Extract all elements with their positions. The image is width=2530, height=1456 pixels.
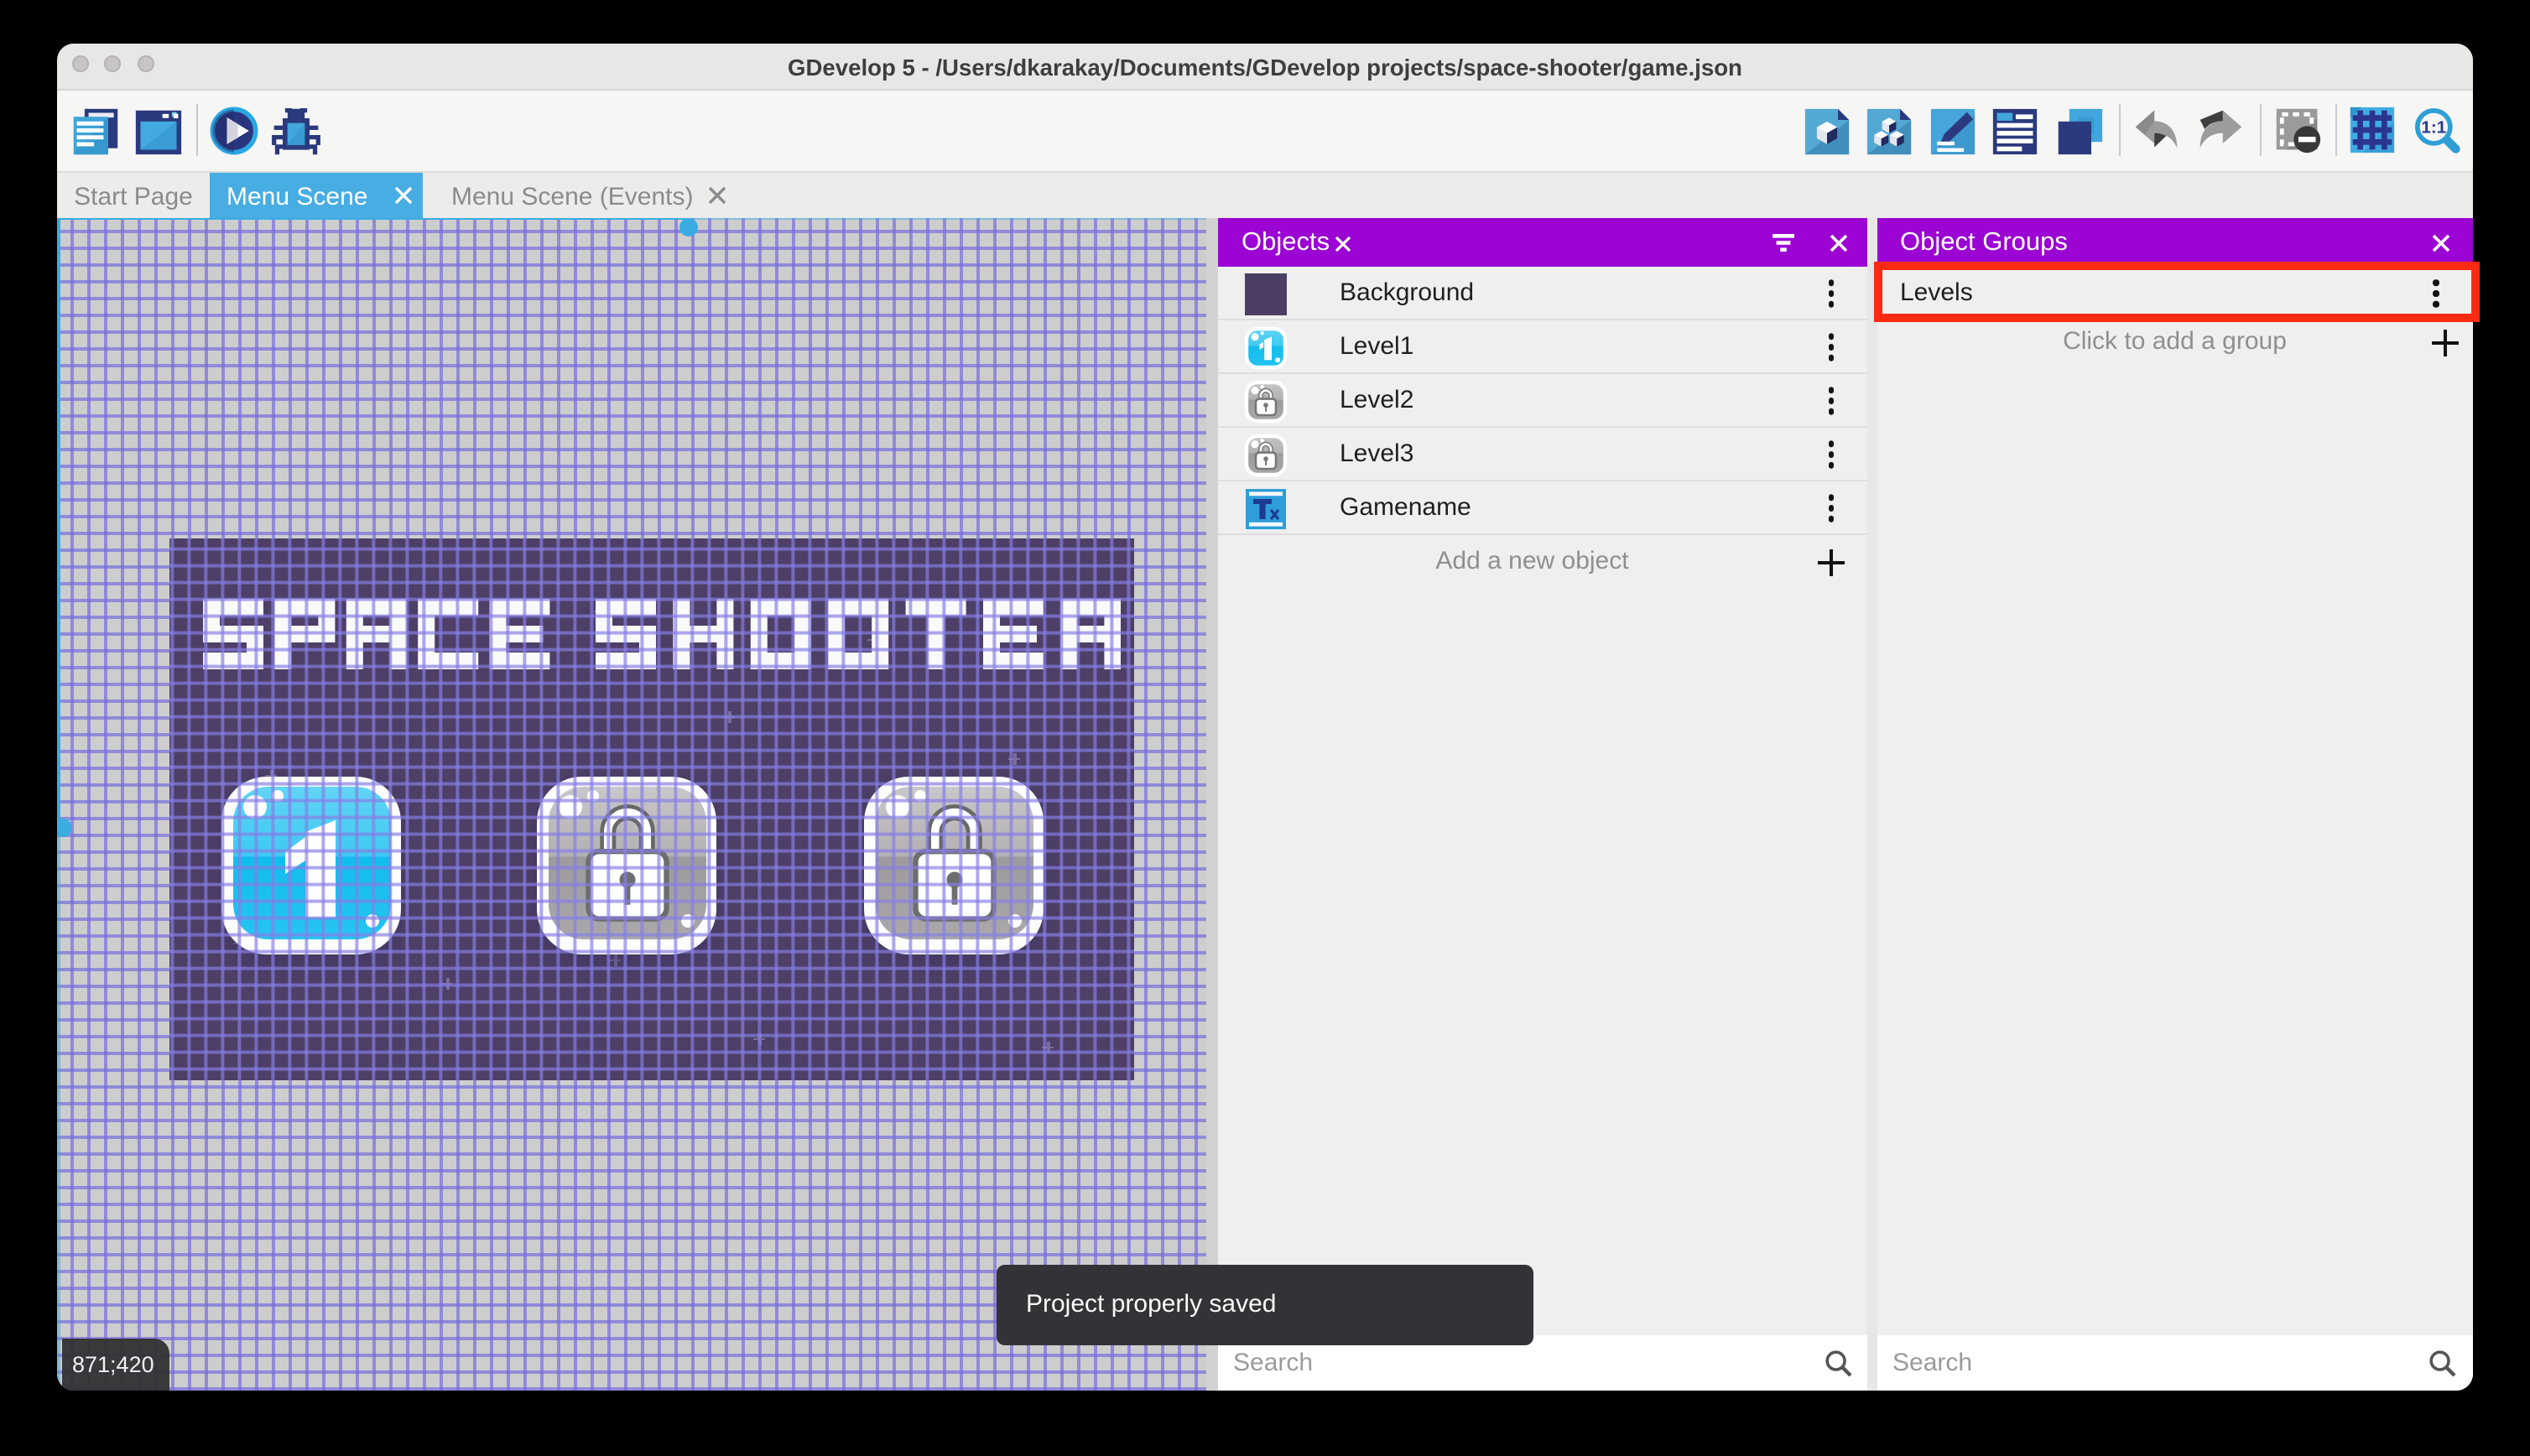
svg-text:1:1: 1:1: [2421, 117, 2446, 137]
